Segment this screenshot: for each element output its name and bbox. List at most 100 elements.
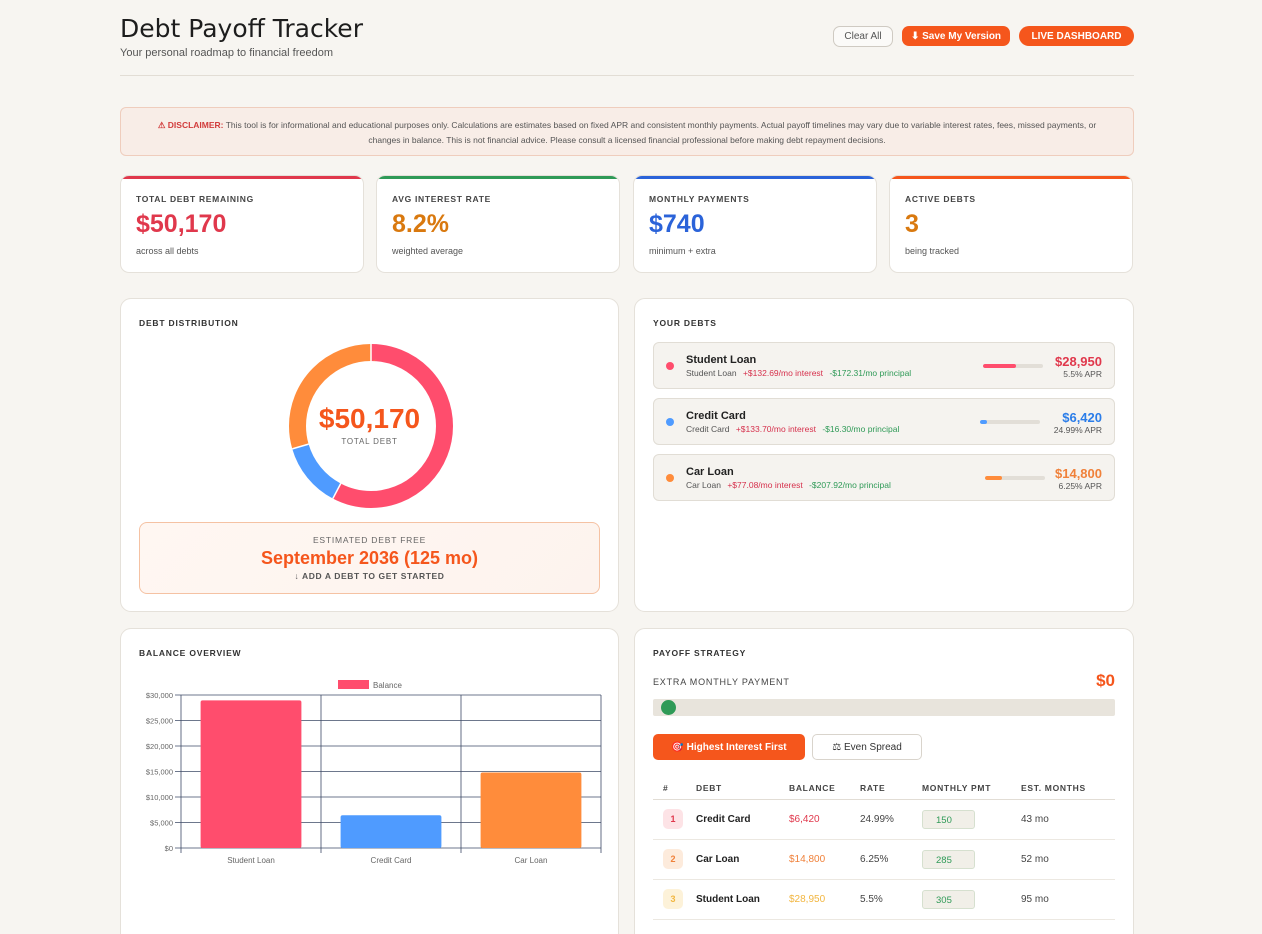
rate-cell: 24.99% [860, 799, 922, 840]
legend-label: Balance [373, 681, 402, 690]
debt-free-date: September 2036 (125 mo) [260, 548, 479, 568]
debt-interest: +$77.08/mo interest [727, 480, 803, 490]
monthly-pmt-input[interactable]: 285 [922, 849, 975, 869]
debt-cell: Credit Card [696, 799, 789, 840]
debt-color-dot [666, 362, 674, 370]
your-debts-card: YOUR DEBTS Student Loan Student Loan +$1… [634, 298, 1134, 612]
col-rank: # [653, 777, 696, 800]
stat-value: 8.2% [392, 210, 449, 238]
stat-label: ACTIVE DEBTS [905, 194, 976, 204]
stat-label: MONTHLY PAYMENTS [649, 194, 750, 204]
debt-progress-fill [980, 420, 988, 424]
rate-cell: 6.25% [860, 839, 922, 880]
even-spread-button[interactable]: ⚖ Even Spread [812, 734, 922, 760]
debt-meta: Car Loan +$77.08/mo interest -$207.92/mo… [686, 480, 891, 490]
card-title: DEBT DISTRIBUTION [139, 318, 239, 328]
debt-cell: Car Loan [696, 839, 789, 880]
monthly-pmt-input[interactable]: 150 [922, 809, 975, 829]
stat-label: TOTAL DEBT REMAINING [136, 194, 254, 204]
debt-free-label: ESTIMATED DEBT FREE [312, 535, 427, 545]
y-tick-label: $10,000 [146, 793, 173, 802]
y-tick-label: $30,000 [146, 691, 173, 700]
stat-avg-interest: AVG INTEREST RATE 8.2% weighted average [376, 175, 620, 273]
stat-value: $50,170 [136, 210, 227, 238]
debt-principal: -$16.30/mo principal [822, 424, 900, 434]
extra-payment-value: $0 [1096, 671, 1115, 690]
debt-progress-track [980, 420, 1040, 424]
clear-all-button[interactable]: Clear All [833, 26, 893, 47]
live-dashboard-button[interactable]: LIVE DASHBOARD [1019, 26, 1134, 46]
pmt-cell: 305 [922, 879, 1021, 920]
debt-free-estimate: ESTIMATED DEBT FREE September 2036 (125 … [139, 522, 600, 594]
page-header: Debt Payoff Tracker Your personal roadma… [120, 14, 1134, 76]
x-tick-label: Student Loan [227, 856, 275, 865]
table-header-row: # DEBT BALANCE RATE MONTHLY PMT EST. MON… [653, 777, 1115, 800]
balance-overview-card: BALANCE OVERVIEW Balance $0 $5,000 $10,000 $… [120, 628, 619, 934]
debt-progress-fill [983, 364, 1016, 368]
debt-progress-track [985, 476, 1045, 480]
pmt-cell: 150 [922, 799, 1021, 840]
monthly-pmt-input[interactable]: 305 [922, 889, 975, 909]
payoff-strategy-card: PAYOFF STRATEGY EXTRA MONTHLY PAYMENT $0… [634, 628, 1134, 934]
legend-swatch [338, 680, 369, 689]
debt-apr: 5.5% APR [1063, 369, 1102, 379]
col-monthly-pmt: MONTHLY PMT [922, 777, 1021, 800]
debt-balance: $28,950 [1055, 354, 1102, 369]
page-title: Debt Payoff Tracker [120, 14, 363, 43]
months-cell: 43 mo [1021, 799, 1115, 840]
debt-interest: +$133.70/mo interest [735, 424, 816, 434]
extra-payment-slider[interactable] [653, 699, 1115, 716]
rank-badge: 3 [663, 889, 683, 909]
balance-bar-chart: Balance $0 $5,000 $10,000 $15,000 $20,000 $25,… [146, 680, 602, 865]
y-tick-label: $15,000 [146, 768, 173, 777]
x-tick-label: Car Loan [515, 856, 548, 865]
col-balance: BALANCE [789, 777, 860, 800]
rank-cell: 2 [653, 839, 696, 880]
bar-student-loan [200, 700, 302, 848]
debt-color-dot [666, 474, 674, 482]
col-est-months: EST. MONTHS [1021, 777, 1115, 800]
debt-principal: -$207.92/mo principal [809, 480, 891, 490]
card-title: BALANCE OVERVIEW [139, 648, 242, 658]
donut-total-value: $50,170 [318, 403, 421, 434]
stat-accent-bar [377, 176, 619, 179]
y-tick-label: $25,000 [146, 717, 173, 726]
table-row: 3 Student Loan $28,950 5.5% 305 95 mo [653, 879, 1115, 920]
debt-balance: $6,420 [1062, 410, 1102, 425]
debt-item[interactable]: Credit Card Credit Card +$133.70/mo inte… [653, 398, 1115, 445]
stat-sub: weighted average [392, 246, 464, 256]
bar-credit-card [340, 815, 442, 848]
debt-meta: Credit Card +$133.70/mo interest -$16.30… [686, 424, 899, 434]
disclaimer-lead: ⚠ DISCLAIMER: [157, 120, 224, 130]
save-version-button[interactable]: ⬇ Save My Version [902, 26, 1010, 46]
balance-cell: $6,420 [789, 799, 860, 840]
stat-monthly-payments: MONTHLY PAYMENTS $740 minimum + extra [633, 175, 877, 273]
debt-distribution-card: DEBT DISTRIBUTION $50,170 TOTAL DEBT EST… [120, 298, 619, 612]
months-cell: 52 mo [1021, 839, 1115, 880]
table-row: 2 Car Loan $14,800 6.25% 285 52 mo [653, 839, 1115, 880]
disclaimer-banner: ⚠ DISCLAIMER: This tool is for informati… [120, 107, 1134, 156]
stat-accent-bar [890, 176, 1132, 179]
debt-cell: Student Loan [696, 879, 789, 920]
debt-item[interactable]: Car Loan Car Loan +$77.08/mo interest -$… [653, 454, 1115, 501]
debt-name: Student Loan [686, 354, 757, 366]
stat-label: AVG INTEREST RATE [392, 194, 491, 204]
highest-interest-first-button[interactable]: 🎯 Highest Interest First [653, 734, 805, 760]
stat-accent-bar [634, 176, 876, 179]
disclaimer-text: This tool is for informational and educa… [225, 120, 1097, 146]
stat-total-debt: TOTAL DEBT REMAINING $50,170 across all … [120, 175, 364, 273]
debt-progress-track [983, 364, 1043, 368]
card-title: PAYOFF STRATEGY [653, 648, 747, 658]
rank-badge: 1 [663, 809, 683, 829]
debt-item[interactable]: Student Loan Student Loan +$132.69/mo in… [653, 342, 1115, 389]
debt-type: Credit Card [686, 424, 730, 434]
card-title: YOUR DEBTS [653, 318, 717, 328]
debt-apr: 6.25% APR [1058, 481, 1102, 491]
rank-cell: 1 [653, 799, 696, 840]
donut-total-label: TOTAL DEBT [341, 437, 398, 446]
debt-free-hint: ↓ ADD A DEBT TO GET STARTED [294, 571, 445, 581]
rank-badge: 2 [663, 849, 683, 869]
slider-thumb[interactable] [661, 700, 676, 715]
debt-balance: $14,800 [1055, 466, 1102, 481]
stat-value: 3 [905, 210, 919, 238]
